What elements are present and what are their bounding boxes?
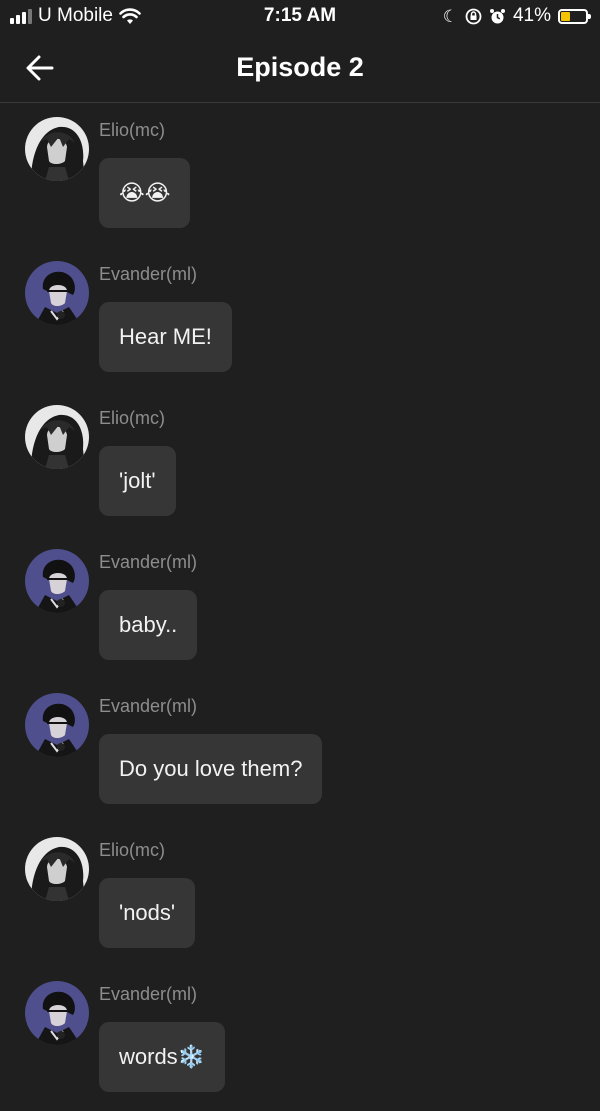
message-bubble[interactable]: 'nods'	[99, 878, 196, 948]
message-bubble[interactable]: Do you love them?	[99, 734, 323, 804]
battery-fill	[561, 11, 570, 21]
message-row: Elio(mc) 'nods'	[0, 823, 600, 967]
header: Episode 2	[0, 34, 600, 103]
sender-name: Evander(ml)	[99, 552, 198, 572]
status-bar: U Mobile 7:15 AM ☾ 41%	[0, 0, 600, 34]
message-row: Elio(mc) 'jolt'	[0, 391, 600, 535]
message-bubble[interactable]: Hear ME!	[99, 302, 232, 372]
message-bubble[interactable]: 'jolt'	[99, 446, 176, 516]
avatar[interactable]	[25, 981, 89, 1045]
sender-name: Evander(ml)	[99, 984, 198, 1004]
moon-icon: ☾	[442, 6, 458, 26]
avatar[interactable]	[25, 261, 89, 325]
alarm-icon	[489, 8, 505, 23]
message-bubble[interactable]: baby..	[99, 590, 198, 660]
avatar[interactable]	[25, 693, 89, 757]
message-row: Evander(ml) baby..	[0, 535, 600, 679]
message-row: Evander(ml) words❄️	[0, 967, 600, 1111]
page-title: Episode 2	[236, 52, 364, 82]
avatar[interactable]	[25, 837, 89, 901]
sender-name: Elio(mc)	[99, 840, 165, 860]
status-right: ☾ 41%	[442, 5, 591, 27]
battery-percent: 41%	[512, 5, 551, 26]
message-row: Elio(mc) 😭😭	[0, 103, 600, 247]
sender-name: Evander(ml)	[99, 264, 198, 284]
orientation-lock-icon	[465, 8, 482, 24]
message-row: Evander(ml) Do you love them?	[0, 679, 600, 823]
sender-name: Elio(mc)	[99, 408, 165, 428]
avatar[interactable]	[25, 549, 89, 613]
avatar[interactable]	[25, 405, 89, 469]
sender-name: Elio(mc)	[99, 120, 165, 140]
message-bubble[interactable]: words❄️	[99, 1022, 226, 1092]
sender-name: Evander(ml)	[99, 696, 198, 716]
battery-icon	[558, 8, 591, 24]
avatar[interactable]	[25, 117, 89, 181]
message-row: Evander(ml) Hear ME!	[0, 247, 600, 391]
message-bubble[interactable]: 😭😭	[99, 158, 191, 228]
